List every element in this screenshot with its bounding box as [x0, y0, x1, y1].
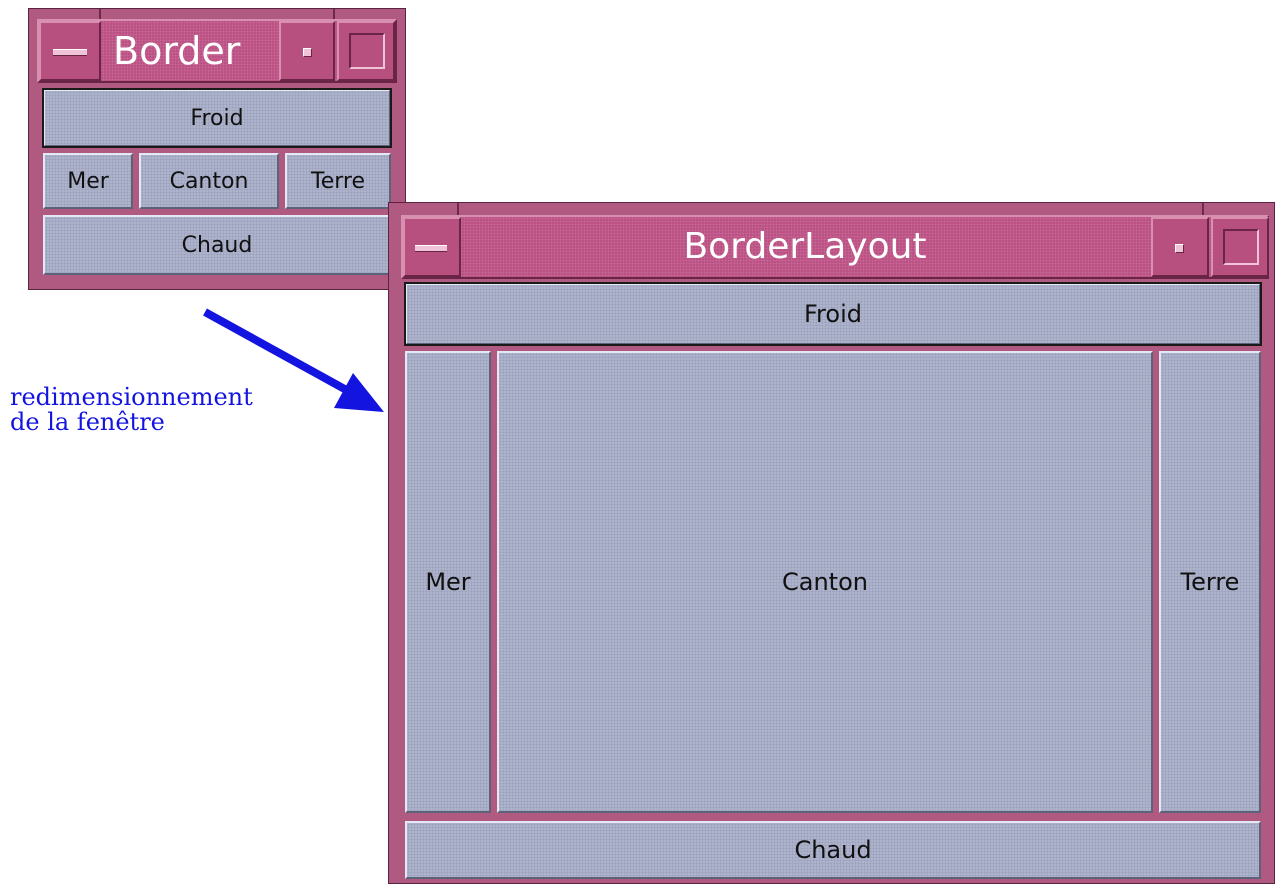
button-terre[interactable]: Terre [1159, 351, 1261, 813]
button-terre[interactable]: Terre [285, 153, 391, 209]
small-window-title: Border [113, 29, 241, 73]
small-window: Border Froid Mer Canton Terre Chaud [28, 8, 406, 290]
button-mer[interactable]: Mer [43, 153, 133, 209]
button-canton[interactable]: Canton [139, 153, 279, 209]
maximize-button[interactable] [337, 21, 395, 81]
minimize-icon [303, 48, 312, 57]
large-window: BorderLayout Froid Mer Canton Terre Chau… [388, 202, 1275, 884]
maximize-icon [349, 33, 385, 69]
small-window-titlebar[interactable]: Border [37, 19, 397, 83]
large-window-title: BorderLayout [683, 226, 927, 267]
button-froid[interactable]: Froid [42, 88, 392, 148]
minimize-button[interactable] [1151, 217, 1209, 277]
button-froid[interactable]: Froid [404, 282, 1262, 346]
button-chaud[interactable]: Chaud [43, 215, 391, 275]
button-canton[interactable]: Canton [497, 351, 1153, 813]
window-menu-button[interactable] [403, 217, 461, 277]
caption-line-2: de la fenêtre [10, 408, 165, 436]
maximize-icon [1223, 229, 1259, 265]
caption: redimensionnement de la fenêtre [10, 385, 253, 435]
minimize-button[interactable] [279, 21, 335, 81]
window-menu-button[interactable] [39, 21, 101, 81]
window-menu-icon [53, 49, 87, 56]
minimize-icon [1175, 244, 1184, 253]
button-mer[interactable]: Mer [405, 351, 491, 813]
button-chaud[interactable]: Chaud [405, 821, 1261, 879]
large-window-titlebar[interactable]: BorderLayout [401, 215, 1269, 279]
maximize-button[interactable] [1211, 217, 1269, 277]
caption-line-1: redimensionnement [10, 383, 253, 411]
window-menu-icon [415, 245, 447, 252]
